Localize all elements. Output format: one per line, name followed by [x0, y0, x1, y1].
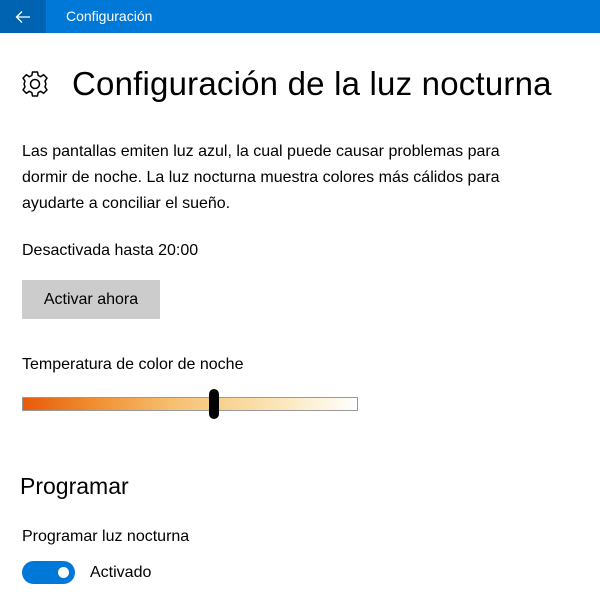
toggle-state-text: Activado: [90, 564, 152, 581]
status-text: Desactivada hasta 20:00: [22, 242, 199, 259]
schedule-toggle-label: Programar luz nocturna: [22, 528, 190, 545]
activate-now-button[interactable]: Activar ahora: [22, 280, 160, 319]
schedule-toggle[interactable]: [22, 561, 75, 584]
back-button[interactable]: [0, 0, 46, 33]
temperature-slider-thumb[interactable]: [208, 389, 219, 419]
description-text: Las pantallas emiten luz azul, la cual p…: [22, 143, 500, 212]
toggle-knob: [58, 567, 69, 578]
schedule-heading: Programar: [20, 473, 129, 499]
back-arrow-icon: [15, 10, 30, 23]
page-header: Configuración de la luz nocturna: [20, 62, 552, 106]
temperature-slider-track[interactable]: [22, 397, 358, 411]
gear-icon: [20, 69, 50, 99]
title-bar: Configuración: [0, 0, 600, 33]
page-title: Configuración de la luz nocturna: [72, 65, 552, 102]
app-title: Configuración: [66, 8, 153, 24]
temperature-label: Temperatura de color de noche: [22, 356, 244, 373]
